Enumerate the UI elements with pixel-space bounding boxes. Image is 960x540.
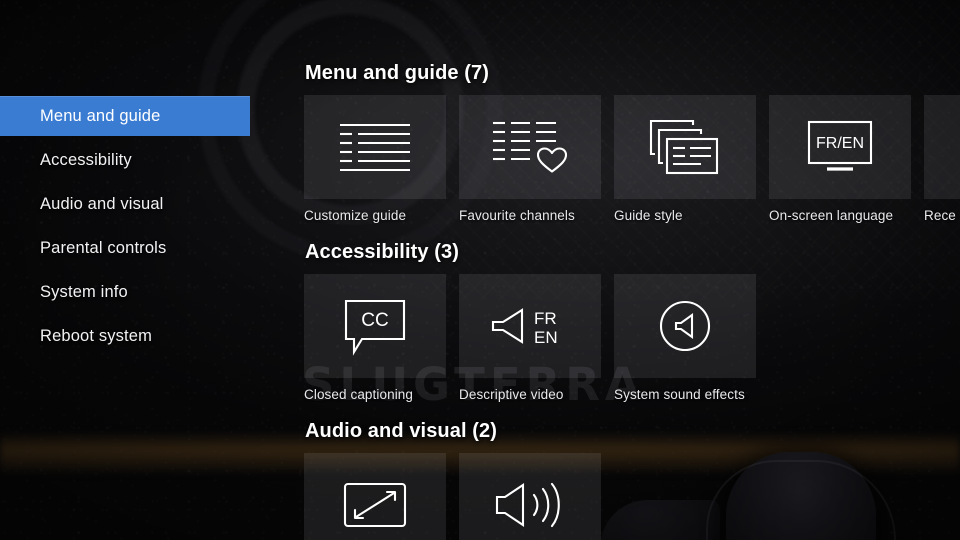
tile-descriptive-video[interactable]: FR EN Descriptive video — [459, 274, 601, 402]
section-menu-and-guide: Menu and guide (7) Customize guide Favou… — [304, 0, 960, 223]
section-title: Menu and guide (7) — [305, 62, 490, 84]
tile-audio-output[interactable] — [459, 453, 601, 540]
screen-resize-icon — [343, 482, 407, 528]
sidebar-item-accessibility[interactable]: Accessibility — [0, 140, 300, 180]
svg-text:CC: CC — [361, 310, 388, 331]
tile-row — [304, 453, 960, 540]
tile-surface[interactable] — [614, 95, 756, 199]
section-accessibility: Accessibility (3) CC Closed captioning F… — [304, 241, 960, 402]
sidebar-item-menu-and-guide[interactable]: Menu and guide — [0, 96, 250, 136]
monitor-fr-en-icon: FR/EN — [807, 120, 873, 171]
tile-surface[interactable]: CC — [304, 274, 446, 378]
tile-label: Descriptive video — [459, 387, 564, 402]
tile-row: CC Closed captioning FR EN Descriptive v… — [304, 274, 960, 402]
tile-surface[interactable]: FR/EN — [769, 95, 911, 199]
sidebar-item-label: Menu and guide — [40, 106, 161, 125]
sidebar-item-audio-and-visual[interactable]: Audio and visual — [0, 184, 300, 224]
tile-system-sound-effects[interactable]: System sound effects — [614, 274, 756, 402]
tile-label: Favourite channels — [459, 208, 575, 223]
tile-label: On-screen language — [769, 208, 894, 223]
guide-heart-icon — [493, 121, 568, 173]
svg-text:FR/EN: FR/EN — [816, 135, 864, 152]
stacked-cards-icon — [649, 119, 719, 175]
tile-favourite-channels[interactable]: Favourite channels — [459, 95, 601, 223]
tile-surface[interactable] — [459, 95, 601, 199]
sidebar-item-reboot-system[interactable]: Reboot system — [0, 316, 300, 356]
tile-surface[interactable] — [614, 274, 756, 378]
tile-label: System sound effects — [614, 387, 745, 402]
sidebar-item-label: Parental controls — [40, 238, 167, 257]
settings-screen: SLUGTERRA Menu and guide Accessibility A… — [0, 0, 960, 540]
tile-surface[interactable]: FR EN — [459, 274, 601, 378]
tile-picture-size[interactable] — [304, 453, 446, 540]
sidebar-item-parental-controls[interactable]: Parental controls — [0, 228, 300, 268]
settings-content: Menu and guide (7) Customize guide Favou… — [304, 0, 960, 540]
sidebar-item-label: Audio and visual — [40, 194, 164, 213]
tile-surface[interactable] — [304, 453, 446, 540]
svg-text:FR: FR — [534, 309, 557, 328]
tile-surface[interactable] — [459, 453, 601, 540]
speaker-circle-icon — [659, 300, 711, 352]
tile-surface[interactable] — [304, 95, 446, 199]
tile-closed-captioning[interactable]: CC Closed captioning — [304, 274, 446, 402]
tile-on-screen-language[interactable]: FR/EN On-screen language — [769, 95, 911, 223]
tile-row: Customize guide Favourite channels Guide… — [304, 95, 960, 223]
closed-caption-icon: CC — [344, 299, 406, 356]
section-title: Accessibility (3) — [305, 241, 459, 263]
guide-lines-icon — [340, 123, 410, 172]
sidebar-nav: Menu and guide Accessibility Audio and v… — [0, 96, 300, 360]
tile-label: Closed captioning — [304, 387, 414, 402]
tile-customize-guide[interactable]: Customize guide — [304, 95, 446, 223]
speaker-waves-icon — [495, 482, 560, 528]
tile-label: Rece — [924, 208, 956, 223]
sidebar-item-label: System info — [40, 282, 128, 301]
section-title: Audio and visual (2) — [305, 420, 498, 442]
svg-text:EN: EN — [534, 328, 558, 347]
tile-label: Guide style — [614, 208, 683, 223]
tile-surface[interactable] — [924, 95, 960, 199]
sidebar-item-label: Accessibility — [40, 150, 132, 169]
speaker-fr-en-icon: FR EN — [491, 308, 558, 347]
tile-label: Customize guide — [304, 208, 407, 223]
section-audio-and-visual: Audio and visual (2) — [304, 420, 960, 540]
tile-guide-style[interactable]: Guide style — [614, 95, 756, 223]
tile-recent[interactable]: Rece — [924, 95, 960, 223]
sidebar-item-system-info[interactable]: System info — [0, 272, 300, 312]
sidebar-item-label: Reboot system — [40, 326, 152, 345]
